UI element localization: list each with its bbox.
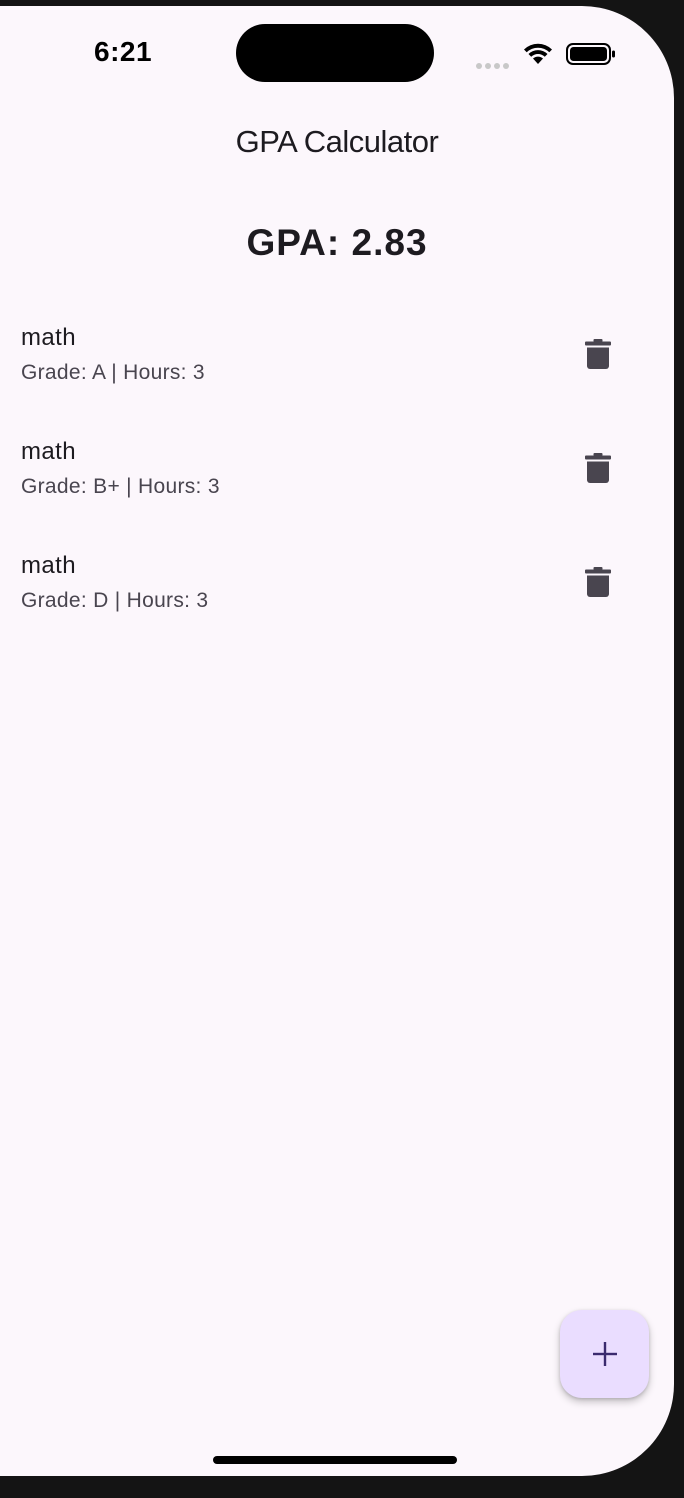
wifi-icon xyxy=(524,43,552,64)
battery-icon xyxy=(566,43,615,65)
course-details: Grade: D | Hours: 3 xyxy=(21,589,209,612)
gpa-value: GPA: 2.83 xyxy=(246,222,428,263)
course-name: math xyxy=(21,324,76,351)
list-item: math Grade: A | Hours: 3 xyxy=(0,306,674,420)
course-name: math xyxy=(21,552,76,579)
delete-course-button[interactable] xyxy=(574,444,622,492)
trash-icon xyxy=(585,453,611,483)
signal-dots-icon xyxy=(476,56,512,69)
add-course-button[interactable] xyxy=(560,1310,649,1398)
device-frame: 6:21 GPA Calculator GPA: 2.83 math Grade… xyxy=(0,0,684,1498)
course-name: math xyxy=(21,438,76,465)
course-details: Grade: B+ | Hours: 3 xyxy=(21,475,220,498)
home-indicator[interactable] xyxy=(213,1456,457,1464)
trash-icon xyxy=(585,567,611,597)
status-time: 6:21 xyxy=(94,36,153,67)
delete-course-button[interactable] xyxy=(574,558,622,606)
dynamic-island xyxy=(236,24,434,82)
list-item: math Grade: B+ | Hours: 3 xyxy=(0,420,674,534)
trash-icon xyxy=(585,339,611,369)
plus-icon xyxy=(592,1342,617,1366)
course-list: math Grade: A | Hours: 3 math Grade: B+ … xyxy=(0,306,674,648)
app-screen: 6:21 GPA Calculator GPA: 2.83 math Grade… xyxy=(0,6,674,1476)
list-item: math Grade: D | Hours: 3 xyxy=(0,534,674,648)
delete-course-button[interactable] xyxy=(574,330,622,378)
status-bar: 6:21 xyxy=(0,6,674,96)
course-details: Grade: A | Hours: 3 xyxy=(21,361,205,384)
app-title: GPA Calculator xyxy=(235,124,439,159)
